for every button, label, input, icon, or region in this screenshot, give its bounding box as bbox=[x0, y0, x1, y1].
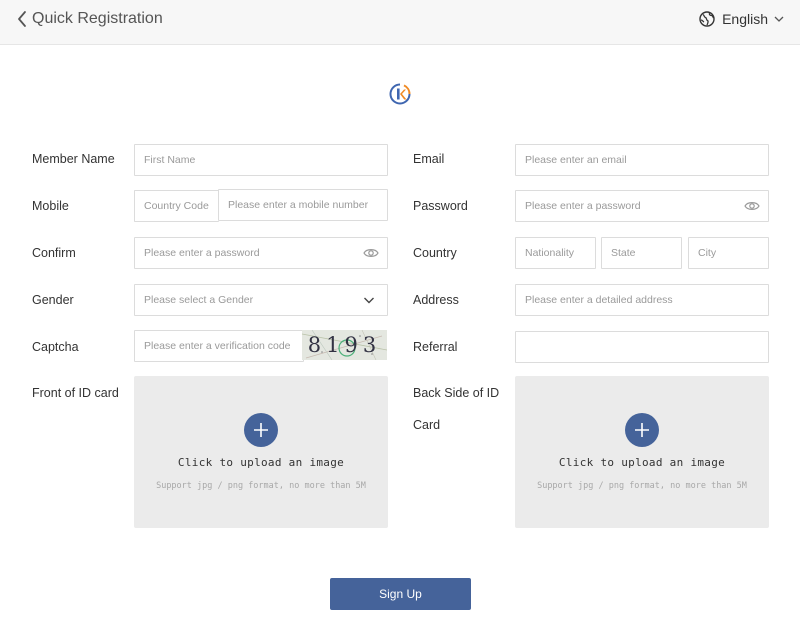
plus-icon[interactable] bbox=[244, 413, 278, 447]
nationality-placeholder: Nationality bbox=[525, 247, 575, 259]
mobile-label: Mobile bbox=[32, 199, 69, 213]
back-upload-hint: Support jpg / png format, no more than 5… bbox=[537, 481, 747, 491]
chevron-left-icon bbox=[18, 11, 26, 27]
country-label: Country bbox=[413, 246, 457, 260]
captcha-code: 8193 bbox=[302, 330, 387, 360]
email-input[interactable]: Please enter an email bbox=[515, 144, 769, 176]
eye-icon[interactable] bbox=[744, 200, 760, 212]
referral-input[interactable] bbox=[515, 331, 769, 363]
state-select[interactable]: State bbox=[601, 237, 682, 269]
gender-label: Gender bbox=[32, 293, 74, 307]
country-code-input[interactable]: Country Code bbox=[134, 190, 219, 222]
password-label: Password bbox=[413, 199, 468, 213]
front-upload-text: Click to upload an image bbox=[177, 456, 345, 469]
back-button[interactable]: Quick Registration bbox=[16, 9, 163, 29]
chevron-down-icon bbox=[364, 297, 374, 304]
email-label: Email bbox=[413, 152, 445, 166]
password-placeholder: Please enter a password bbox=[525, 200, 641, 212]
chevron-down-icon bbox=[774, 16, 784, 22]
captcha-label: Captcha bbox=[32, 340, 79, 354]
address-label: Address bbox=[413, 293, 459, 307]
back-id-upload[interactable]: Click to upload an image Support jpg / p… bbox=[515, 376, 769, 528]
confirm-password-placeholder: Please enter a password bbox=[144, 247, 260, 259]
sign-up-button[interactable]: Sign Up bbox=[330, 578, 471, 610]
address-placeholder: Please enter a detailed address bbox=[525, 294, 673, 306]
back-id-label-line2: Card bbox=[413, 418, 441, 432]
nationality-select[interactable]: Nationality bbox=[515, 237, 596, 269]
gender-select[interactable]: Please select a Gender bbox=[134, 284, 388, 316]
email-placeholder: Please enter an email bbox=[525, 154, 627, 166]
back-id-label-line1: Back Side of ID bbox=[413, 386, 500, 400]
state-placeholder: State bbox=[611, 247, 636, 259]
confirm-password-input[interactable]: Please enter a password bbox=[134, 237, 388, 269]
first-name-placeholder: First Name bbox=[144, 154, 196, 166]
confirm-label: Confirm bbox=[32, 246, 76, 260]
eye-icon[interactable] bbox=[363, 247, 379, 259]
front-upload-hint: Support jpg / png format, no more than 5… bbox=[156, 481, 366, 491]
plus-icon[interactable] bbox=[625, 413, 659, 447]
referral-label: Referral bbox=[413, 340, 458, 354]
front-id-upload[interactable]: Click to upload an image Support jpg / p… bbox=[134, 376, 388, 528]
city-placeholder: City bbox=[698, 247, 717, 259]
brand-logo bbox=[389, 83, 411, 105]
address-input[interactable]: Please enter a detailed address bbox=[515, 284, 769, 316]
country-code-placeholder: Country Code bbox=[144, 200, 209, 212]
mobile-number-input[interactable]: Please enter a mobile number bbox=[218, 189, 388, 221]
captcha-code-text: 8193 bbox=[307, 333, 382, 357]
city-select[interactable]: City bbox=[688, 237, 769, 269]
language-label: English bbox=[722, 11, 768, 27]
language-selector[interactable]: English bbox=[699, 11, 784, 27]
password-input[interactable]: Please enter a password bbox=[515, 190, 769, 222]
front-id-label: Front of ID card bbox=[32, 386, 119, 400]
page-title: Quick Registration bbox=[32, 10, 163, 27]
top-bar: Quick Registration English bbox=[0, 0, 800, 45]
back-upload-text: Click to upload an image bbox=[558, 456, 726, 469]
mobile-number-placeholder: Please enter a mobile number bbox=[228, 199, 369, 211]
gender-placeholder: Please select a Gender bbox=[144, 294, 254, 306]
captcha-placeholder: Please enter a verification code bbox=[144, 340, 291, 352]
first-name-input[interactable]: First Name bbox=[134, 144, 388, 176]
globe-icon bbox=[699, 11, 715, 27]
member-name-label: Member Name bbox=[32, 152, 115, 166]
captcha-input[interactable]: Please enter a verification code bbox=[134, 330, 304, 362]
captcha-image[interactable]: 8193 bbox=[302, 330, 387, 360]
